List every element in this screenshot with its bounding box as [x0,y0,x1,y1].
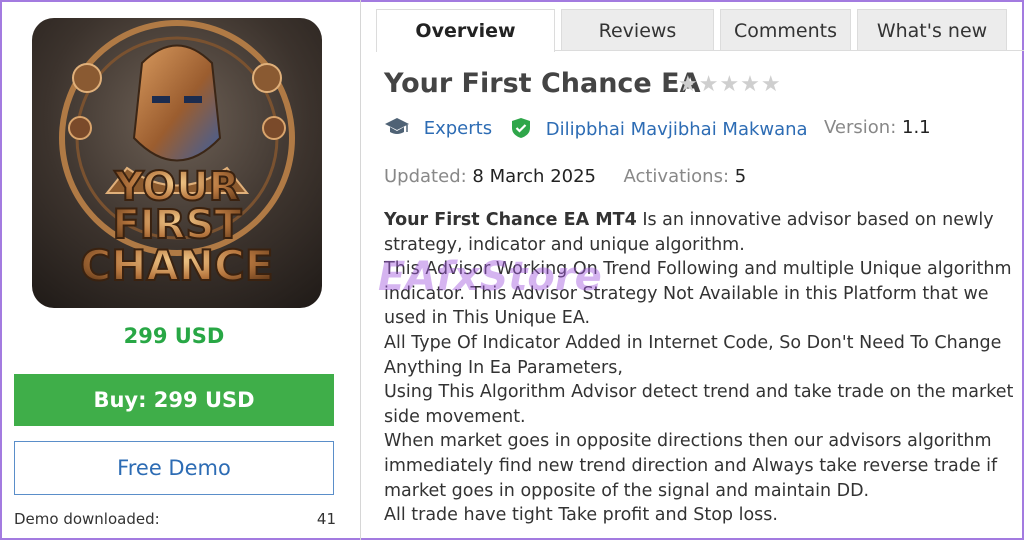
product-image: YOUR FIRST CHANCE [32,18,322,308]
tab-underline [555,50,1024,51]
version-label: Version: [824,117,897,138]
column-divider [360,0,361,540]
author-label[interactable]: Dilipbhai Mavjibhai Makwana [546,119,808,140]
product-stats: Updated: 8 March 2025 Activations: 5 [384,166,746,187]
rating-stars[interactable]: ★★★★★ [678,72,782,97]
version-value: 1.1 [902,117,931,138]
description-paragraph: This Advisor Working On Trend Following … [384,259,1012,329]
description-paragraph: All trade have tight Take profit and Sto… [384,505,778,526]
verified-shield-icon [512,118,530,138]
tab-reviews[interactable]: Reviews [561,9,714,51]
image-line-3: CHANCE [80,241,273,290]
demo-downloaded-label: Demo downloaded: [14,510,160,528]
graduation-cap-icon [385,118,409,134]
category-link[interactable]: Experts [384,117,492,139]
tab-whats-new[interactable]: What's new [857,9,1007,51]
description-paragraph: When market goes in opposite directions … [384,431,998,501]
product-title: Your First Chance EA [384,68,701,99]
product-price: 299 USD [123,324,225,348]
author-link[interactable]: Dilipbhai Mavjibhai Makwana [510,117,808,140]
product-description: Your First Chance EA MT4 Is an innovativ… [384,208,1016,528]
activations-label: Activations: [623,166,730,187]
updated-value: 8 March 2025 [472,166,596,187]
buy-button[interactable]: Buy: 299 USD [14,374,334,426]
free-demo-button[interactable]: Free Demo [14,441,334,495]
description-paragraph: Using This Algorithm Advisor detect tren… [384,382,1014,427]
version-info: Version: 1.1 [824,117,931,138]
image-text: YOUR FIRST CHANCE [79,163,274,291]
tab-overview[interactable]: Overview [376,9,555,52]
description-paragraph: All Type Of Indicator Added in Internet … [384,332,1002,378]
tab-comments[interactable]: Comments [720,9,851,51]
updated-label: Updated: [384,166,467,187]
description-bold-lead: Your First Chance EA MT4 [384,210,637,230]
demo-downloaded-count: 41 [316,510,336,528]
description-intro: Your First Chance EA MT4 Is an innovativ… [384,208,1016,257]
activations-value: 5 [734,166,747,187]
demo-downloaded-row: Demo downloaded: 41 [14,510,336,528]
category-label[interactable]: Experts [424,118,492,139]
